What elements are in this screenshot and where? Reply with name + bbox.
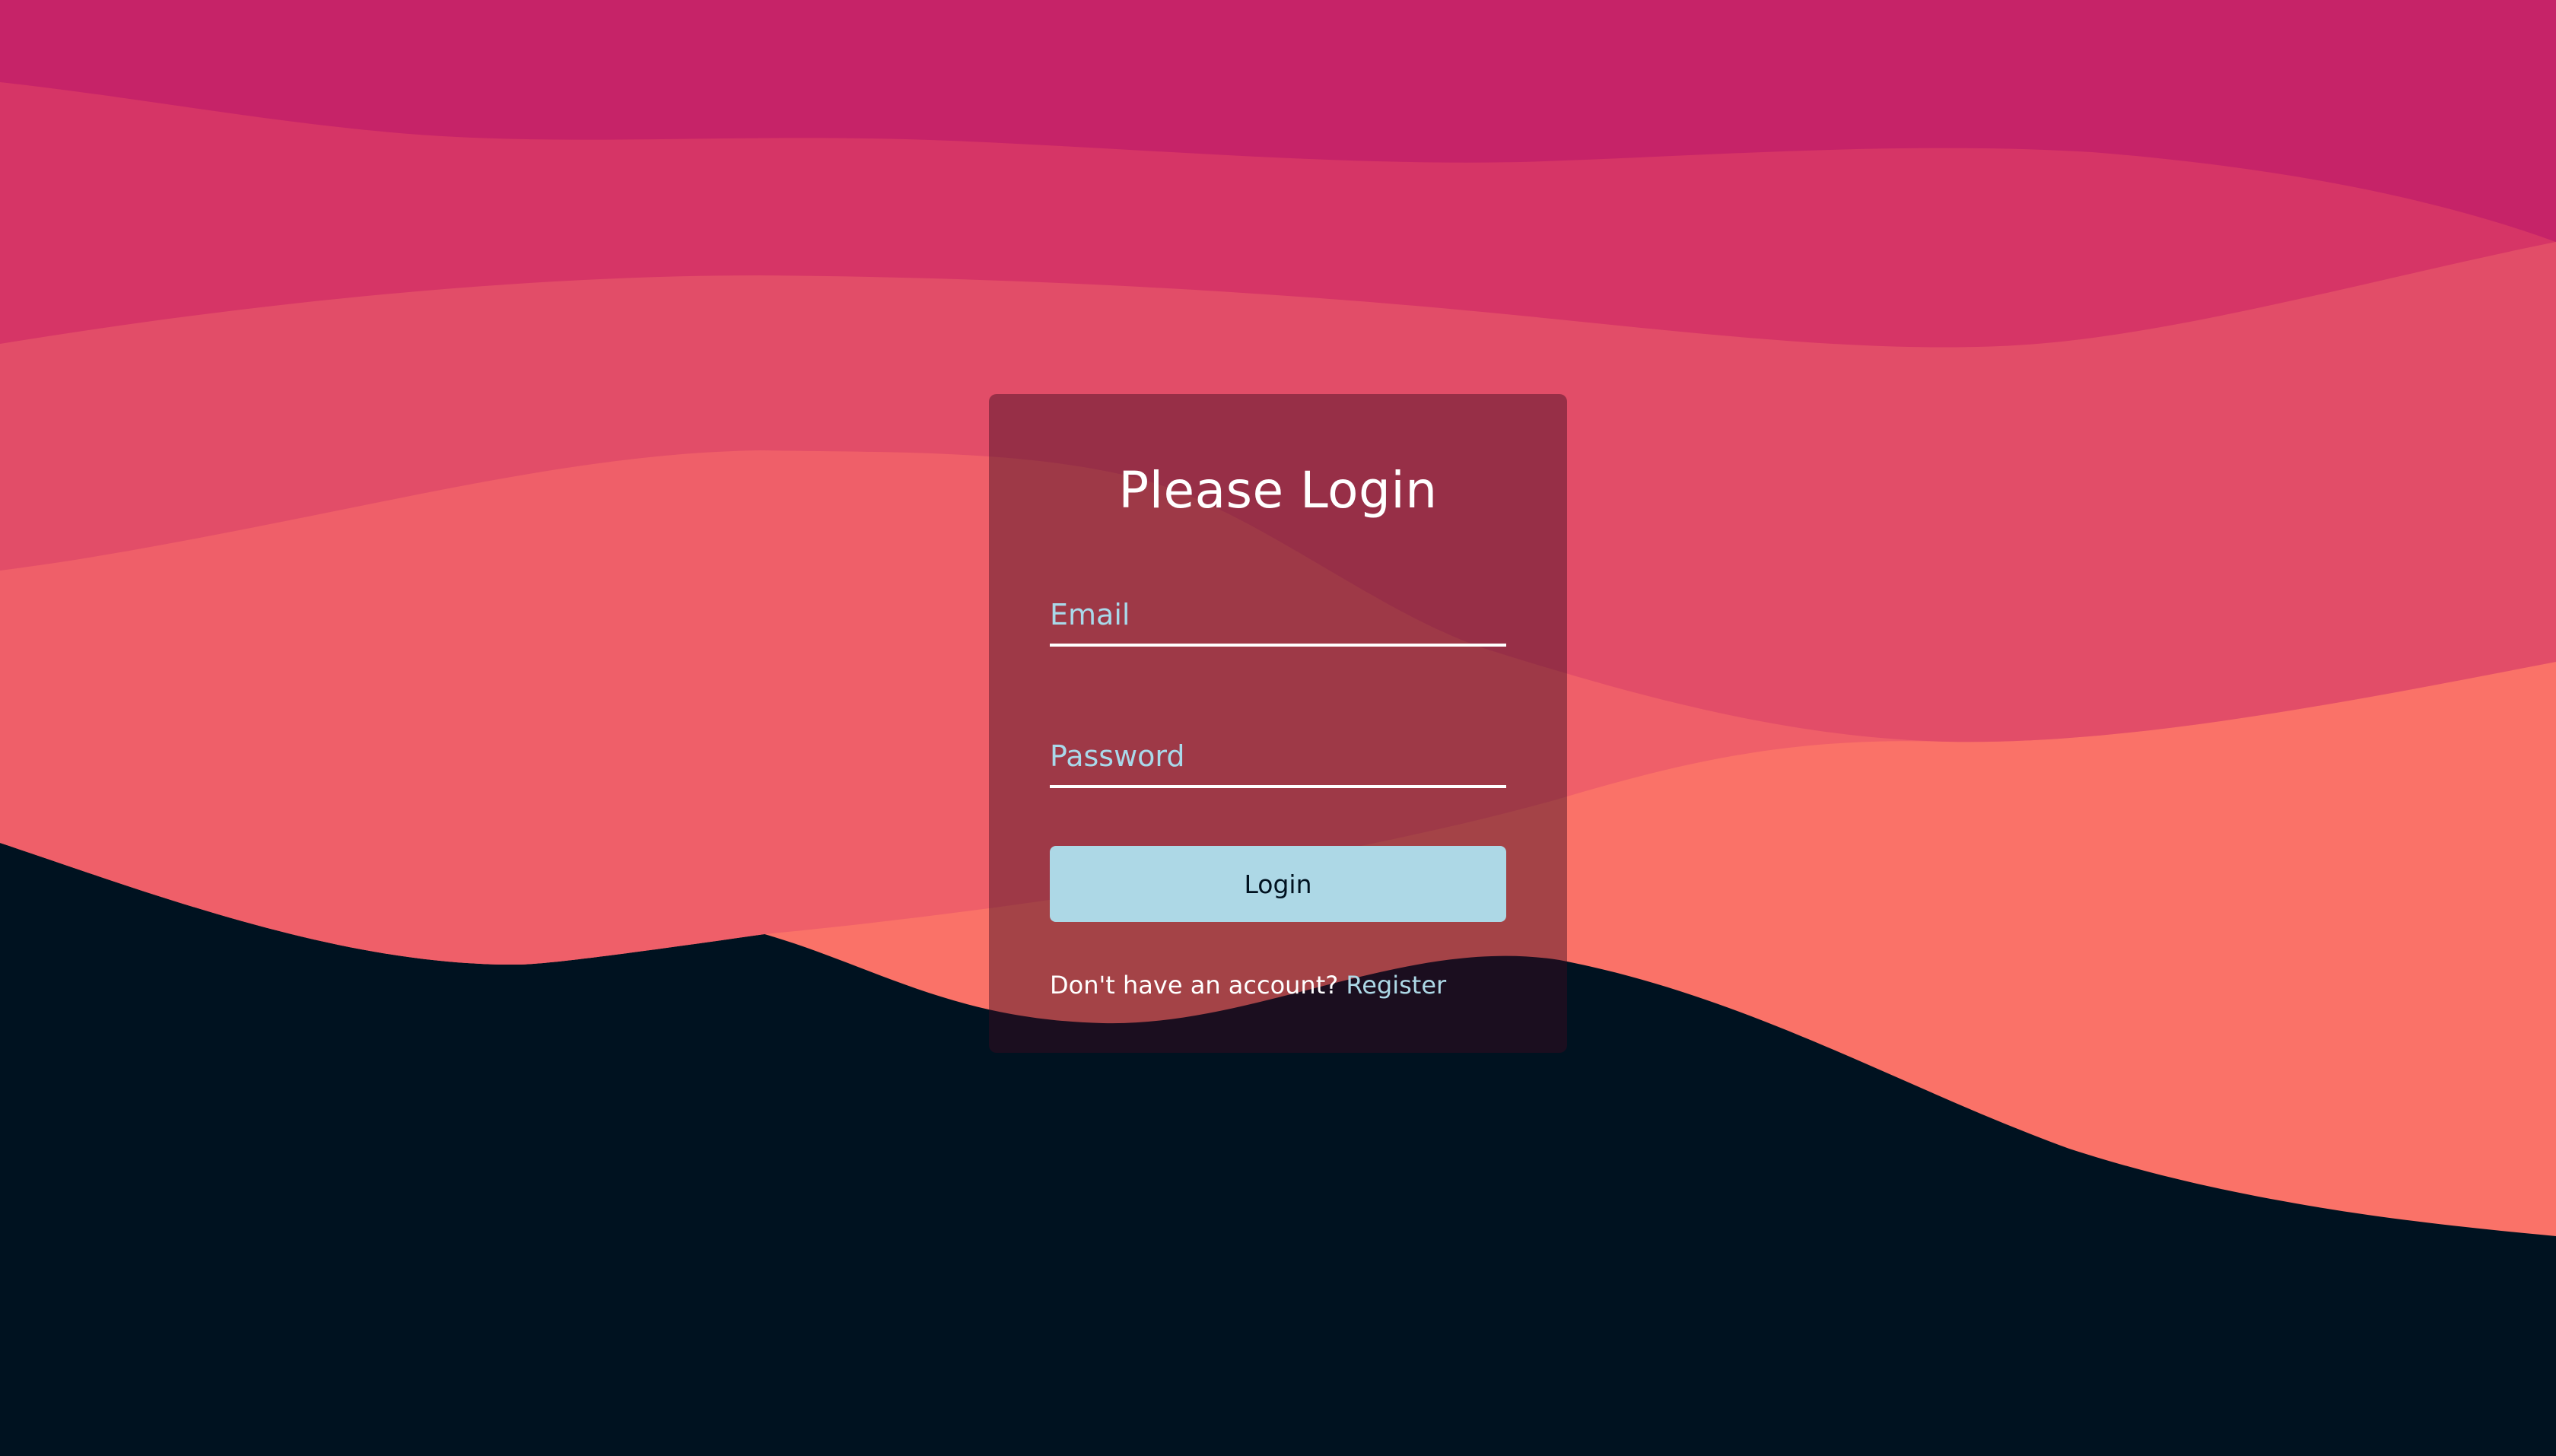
password-field-container xyxy=(1050,721,1506,788)
login-button[interactable]: Login xyxy=(1050,846,1506,922)
login-page: Please Login Login Don't have an account… xyxy=(0,0,2556,1456)
register-link[interactable]: Register xyxy=(1346,971,1446,1000)
register-prompt-text: Don't have an account? xyxy=(1050,971,1346,1000)
login-card: Please Login Login Don't have an account… xyxy=(989,394,1567,1053)
email-field-container xyxy=(1050,580,1506,647)
register-prompt: Don't have an account? Register xyxy=(1050,971,1446,1000)
password-input[interactable] xyxy=(1050,721,1506,785)
page-title: Please Login xyxy=(1118,461,1438,520)
email-input[interactable] xyxy=(1050,580,1506,644)
